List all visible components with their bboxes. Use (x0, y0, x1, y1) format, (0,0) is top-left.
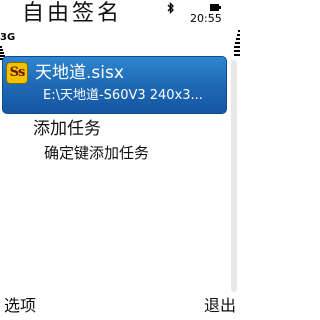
screen: 自由签名 20:55 3G Ss 天地道.sisx E:\天地道-S60V3 2… (0, 0, 240, 320)
clock: 20:55 (190, 12, 222, 25)
network-indicator: 3G (0, 32, 16, 43)
battery-level-icon (234, 30, 240, 56)
list-item-subtitle: E:\天地道-S60V3 240x3... (43, 88, 203, 103)
options-softkey[interactable]: 选项 (4, 294, 36, 318)
scrollbar[interactable] (231, 60, 237, 292)
exit-softkey[interactable]: 退出 (204, 294, 236, 318)
bluetooth-icon (167, 2, 174, 14)
sis-package-icon: Ss (6, 62, 28, 84)
status-pane: 自由签名 20:55 3G (0, 0, 240, 60)
battery-icon (210, 4, 221, 11)
list-item-sisx-file[interactable]: Ss 天地道.sisx E:\天地道-S60V3 240x3... (2, 56, 227, 114)
list-item-add-task-hint: 确定键添加任务 (44, 144, 150, 162)
list-item-add-task[interactable]: 添加任务 (33, 117, 101, 141)
softkey-bar: 选项 退出 (0, 292, 240, 320)
app-title: 自由签名 (22, 1, 123, 26)
list-item-title: 天地道.sisx (35, 63, 124, 83)
